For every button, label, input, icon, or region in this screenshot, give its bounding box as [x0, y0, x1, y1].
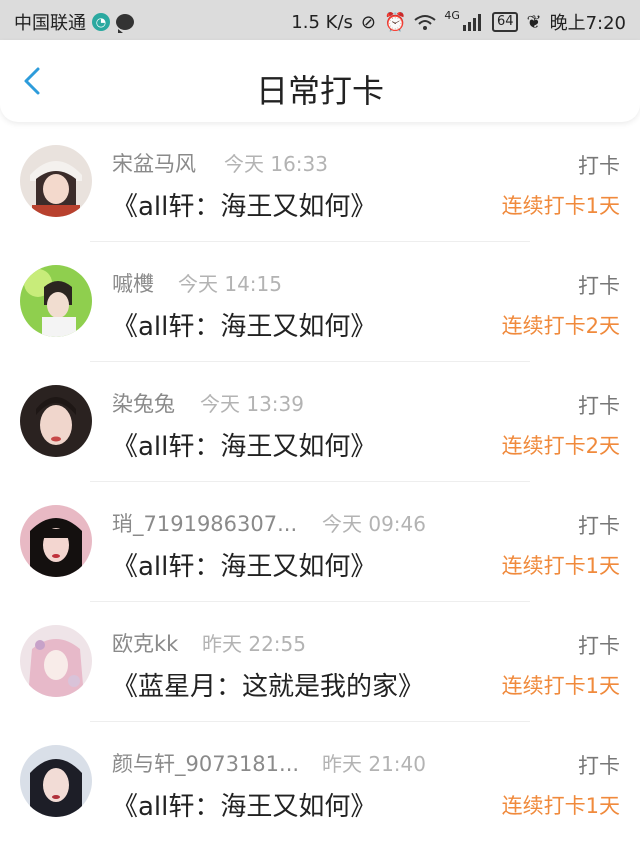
clock: 晚上7:20 [549, 13, 626, 34]
wifi-icon [414, 15, 437, 30]
list-item[interactable]: 颜与轩_9073181... 昨天 21:40 《all轩：海王又如何》 打卡 … [0, 722, 640, 842]
checkin-time: 今天 14:15 [178, 272, 282, 296]
checkin-list: 宋盆马风 今天 16:33 《all轩：海王又如何》 打卡 连续打卡1天 嘁欆 … [0, 122, 640, 842]
checkin-type: 打卡 [578, 514, 620, 538]
app-notification-icon: ◔ [92, 13, 110, 31]
book-title[interactable]: 《all轩：海王又如何》 [112, 546, 376, 583]
book-title[interactable]: 《蓝星月：这就是我的家》 [112, 666, 424, 703]
checkin-type: 打卡 [578, 394, 620, 418]
book-title[interactable]: 《all轩：海王又如何》 [112, 426, 376, 463]
network-type: 4G [444, 8, 460, 22]
checkin-time: 今天 16:33 [224, 152, 328, 176]
chat-notification-icon [116, 14, 134, 33]
carrier-label: 中国联通 [14, 13, 86, 34]
hd-icon: ⊘ [360, 11, 376, 33]
streak-label: 连续打卡2天 [501, 314, 620, 338]
checkin-time: 昨天 22:55 [202, 632, 306, 656]
streak-label: 连续打卡1天 [501, 554, 620, 578]
streak-label: 连续打卡2天 [501, 434, 620, 458]
signal-icon [462, 14, 481, 31]
list-item[interactable]: 宋盆马风 今天 16:33 《all轩：海王又如何》 打卡 连续打卡1天 [0, 122, 640, 242]
checkin-type: 打卡 [578, 154, 620, 178]
avatar[interactable] [20, 745, 92, 817]
alarm-icon: ⏰ [383, 11, 407, 33]
list-item[interactable]: 嘁欆 今天 14:15 《all轩：海王又如何》 打卡 连续打卡2天 [0, 242, 640, 362]
streak-label: 连续打卡1天 [501, 194, 620, 218]
user-name: 欧克kk [112, 632, 179, 656]
checkin-type: 打卡 [578, 754, 620, 778]
user-name: 嘁欆 [112, 272, 154, 296]
list-item[interactable]: 欧克kk 昨天 22:55 《蓝星月：这就是我的家》 打卡 连续打卡1天 [0, 602, 640, 722]
network-speed: 1.5 K/s [291, 11, 353, 33]
avatar[interactable] [20, 625, 92, 697]
user-name: 琑_7191986307... [112, 512, 298, 536]
battery-level: 64 [491, 12, 519, 32]
leaf-icon: ❦ [526, 11, 542, 33]
status-left: 中国联通 ◔ [14, 9, 134, 35]
avatar[interactable] [20, 505, 92, 577]
checkin-type: 打卡 [578, 274, 620, 298]
checkin-time: 昨天 21:40 [322, 752, 426, 776]
list-item[interactable]: 琑_7191986307... 今天 09:46 《all轩：海王又如何》 打卡… [0, 482, 640, 602]
user-name: 染兔兔 [112, 392, 175, 416]
checkin-type: 打卡 [578, 634, 620, 658]
book-title[interactable]: 《all轩：海王又如何》 [112, 186, 376, 223]
checkin-time: 今天 13:39 [200, 392, 304, 416]
list-item[interactable]: 染兔兔 今天 13:39 《all轩：海王又如何》 打卡 连续打卡2天 [0, 362, 640, 482]
avatar[interactable] [20, 145, 92, 217]
status-right: 1.5 K/s ⊘ ⏰ 4G 64 ❦ 晚上7:20 [291, 9, 626, 35]
page-title: 日常打卡 [255, 72, 384, 110]
user-name: 颜与轩_9073181... [112, 752, 300, 776]
book-title[interactable]: 《all轩：海王又如何》 [112, 306, 376, 343]
user-name: 宋盆马风 [112, 152, 196, 176]
streak-label: 连续打卡1天 [501, 674, 620, 698]
status-bar: 中国联通 ◔ 1.5 K/s ⊘ ⏰ 4G 64 ❦ 晚上7:20 [0, 0, 640, 40]
checkin-time: 今天 09:46 [322, 512, 426, 536]
avatar[interactable] [20, 385, 92, 457]
header: 日常打卡 [0, 40, 640, 122]
book-title[interactable]: 《all轩：海王又如何》 [112, 786, 376, 823]
avatar[interactable] [20, 265, 92, 337]
streak-label: 连续打卡1天 [501, 794, 620, 818]
